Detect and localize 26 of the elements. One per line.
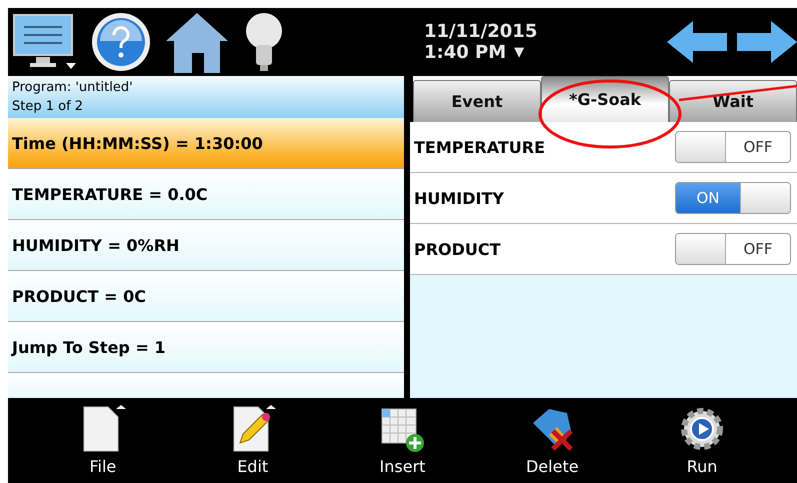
home-icon[interactable]	[164, 11, 230, 73]
forward-arrow-icon[interactable]	[737, 19, 797, 65]
program-name: Program: 'untitled'	[12, 79, 134, 97]
toolbar-button[interactable]: Run	[652, 405, 752, 476]
soak-label: TEMPERATURE	[414, 138, 546, 156]
toggle-switch[interactable]: OFF	[675, 233, 791, 265]
tab[interactable]: *G-Soak	[541, 76, 669, 122]
toolbar-button[interactable]: File	[52, 405, 153, 476]
tab[interactable]: Event	[413, 80, 541, 122]
step-parameter-row[interactable]: Time (HH:MM:SS) = 1:30:00	[8, 118, 404, 169]
monitor-menu-icon[interactable]	[12, 13, 78, 71]
gear-play-icon	[679, 405, 726, 453]
time-dropdown[interactable]: ▼	[514, 42, 524, 63]
help-icon[interactable]	[90, 11, 152, 73]
toggle-switch[interactable]: ON	[675, 182, 791, 214]
toolbar-button[interactable]: Insert	[352, 405, 452, 476]
back-arrow-icon[interactable]	[665, 19, 729, 65]
step-count: Step 1 of 2	[12, 98, 84, 116]
soak-label: PRODUCT	[414, 240, 501, 258]
soak-label: HUMIDITY	[414, 188, 504, 208]
toolbar-button[interactable]: Delete	[502, 405, 602, 476]
time-text: 1:40 PM	[424, 42, 506, 63]
toolbar-button[interactable]: Edit	[202, 405, 303, 476]
date-text: 11/11/2015	[424, 21, 538, 42]
tab[interactable]: Wait	[669, 80, 797, 122]
toggle-switch[interactable]: OFF	[675, 131, 791, 163]
